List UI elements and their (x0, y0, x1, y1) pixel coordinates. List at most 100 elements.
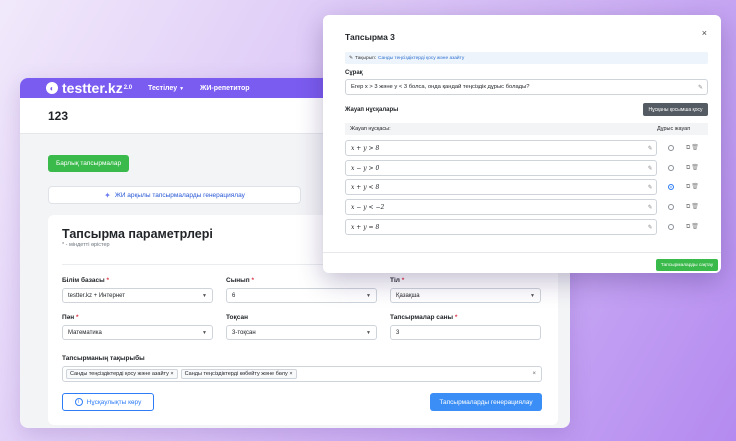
copy-delete-icons[interactable]: ⧉🗑 (686, 203, 700, 211)
add-answer-button[interactable]: Нұсқаны қосымша қосу (643, 103, 708, 116)
answers-label: Жауап нұсқалары (345, 107, 399, 113)
knowledge-base-label: Білім базасы * (62, 277, 213, 284)
copy-delete-icons[interactable]: ⧉🗑 (686, 223, 700, 231)
topics-field: Тапсырманың тақырыбы (62, 355, 542, 366)
form-title: Тапсырма параметрлері (62, 227, 213, 241)
topics-multiselect[interactable]: Санды теңсіздіктерді қосу және азайту × … (62, 366, 542, 382)
copy-delete-icons[interactable]: ⧉🗑 (686, 183, 700, 191)
answer-text: x − y < −2 (351, 203, 385, 211)
topic-tag[interactable]: Санды теңсіздіктерді қосу және азайту × (66, 369, 178, 379)
task-count-input[interactable]: 3 (390, 325, 541, 340)
answers-table-header: Жауап нұсқасы: Дұрыс жауап (345, 123, 708, 135)
knowledge-base-field: Білім базасы * testter.kz + Интернет ▼ (62, 277, 213, 303)
task-count-value: 3 (396, 329, 400, 336)
correct-radio[interactable] (668, 145, 674, 151)
question-text: Егер x > 3 және y < 3 болса, онда қандай… (351, 84, 530, 90)
topic-tag[interactable]: Санды теңсіздіктерді көбейту және бөлу × (180, 369, 297, 379)
required-mark: * (76, 314, 79, 321)
chevron-down-icon: ▼ (366, 292, 371, 299)
grade-select[interactable]: 6 ▼ (226, 288, 377, 303)
grade-field: Сынып * 6 ▼ (226, 277, 377, 303)
topic-banner: ✎ Тақырып: Санды теңсіздіктерді қосу жән… (345, 52, 708, 64)
chevron-down-icon: ▼ (530, 292, 535, 299)
pencil-icon[interactable]: ✎ (647, 204, 652, 211)
save-tasks-button[interactable]: Тапсырмаларды сақтау (656, 259, 718, 271)
task-count-field: Тапсырмалар саны * 3 (390, 314, 541, 340)
close-icon[interactable]: × (170, 371, 173, 377)
ai-generate-button[interactable]: ✦ ЖИ арқылы тапсырмаларды генерациялау (48, 186, 301, 204)
tag-icon: ✎ (349, 55, 354, 61)
nav-item-ai-tutor[interactable]: ЖИ-репетитор (200, 85, 250, 92)
grade-label-text: Сынып (226, 277, 250, 284)
topic-tag-label: Санды теңсіздіктерді көбейту және бөлу (184, 371, 288, 377)
quarter-field: Тоқсан 3-тоқсан ▼ (226, 314, 377, 340)
pencil-icon[interactable]: ✎ (647, 224, 652, 231)
logo-icon: ◐ (46, 82, 58, 94)
pencil-icon[interactable]: ✎ (647, 145, 652, 152)
generate-tasks-button[interactable]: Тапсырмаларды генерациялау (430, 393, 542, 411)
required-mark: * (454, 314, 458, 321)
correct-radio[interactable] (668, 204, 674, 210)
topics-label: Тапсырманың тақырыбы (62, 355, 145, 362)
language-select[interactable]: Қазақша ▼ (390, 288, 541, 303)
col-answer: Жауап нұсқасы: (350, 126, 391, 132)
copy-delete-icons[interactable]: ⧉🗑 (686, 144, 700, 152)
nav-item-label: Тестілеу (148, 84, 178, 92)
clear-icon[interactable]: × (532, 371, 536, 377)
answer-row: x − y > 0 ✎ ⧉🗑 (345, 160, 708, 176)
answer-input[interactable]: x + y = 8 ✎ (345, 219, 657, 235)
logo[interactable]: ◐ testter.kz 2.0 (46, 80, 132, 96)
task-count-label-text: Тапсырмалар саны (390, 314, 454, 321)
answer-text: x − y > 0 (351, 164, 380, 172)
topic-value: Санды теңсіздіктерді қосу және азайту (378, 55, 465, 61)
correct-radio[interactable] (668, 184, 674, 190)
language-field: Тіл * Қазақша ▼ (390, 277, 541, 303)
chevron-down-icon: ▼ (179, 85, 185, 92)
answer-text: x + y > 8 (351, 144, 380, 152)
correct-radio[interactable] (668, 165, 674, 171)
chevron-down-icon: ▼ (202, 329, 207, 336)
view-instructions-label: Нұсқаулықты көру (86, 398, 142, 406)
answer-row: x + y < 8 ✎ ⧉🗑 (345, 179, 708, 195)
task-count-label: Тапсырмалар саны * (390, 314, 541, 321)
answer-input[interactable]: x + y < 8 ✎ (345, 179, 657, 195)
answer-row: x + y = 8 ✎ ⧉🗑 (345, 219, 708, 235)
topic-tag-label: Санды теңсіздіктерді қосу және азайту (70, 371, 169, 377)
copy-delete-icons[interactable]: ⧉🗑 (686, 164, 700, 172)
subject-label-text: Пән (62, 314, 75, 321)
col-correct: Дұрыс жауап (657, 126, 691, 132)
language-label-text: Тіл (390, 277, 400, 284)
answer-row: x + y > 8 ✎ ⧉🗑 (345, 140, 708, 156)
nav-item-testing[interactable]: Тестілеу ▼ (148, 85, 184, 92)
pencil-icon[interactable]: ✎ (698, 84, 703, 91)
close-icon[interactable]: × (702, 28, 707, 38)
pencil-icon[interactable]: ✎ (647, 184, 652, 191)
view-instructions-button[interactable]: i Нұсқаулықты көру (62, 393, 154, 411)
knowledge-base-value: testter.kz + Интернет (68, 292, 126, 299)
knowledge-base-select[interactable]: testter.kz + Интернет ▼ (62, 288, 213, 303)
question-field[interactable]: Егер x > 3 және y < 3 болса, онда қандай… (345, 79, 708, 95)
close-icon[interactable]: × (289, 371, 292, 377)
language-label: Тіл * (390, 277, 541, 284)
answer-row: x − y < −2 ✎ ⧉🗑 (345, 199, 708, 215)
correct-radio[interactable] (668, 224, 674, 230)
topic-label: Тақырып: (355, 55, 377, 61)
all-tasks-button[interactable]: Барлық тапсырмалар (48, 155, 130, 172)
pencil-icon[interactable]: ✎ (647, 165, 652, 172)
quarter-select[interactable]: 3-тоқсан ▼ (226, 325, 377, 340)
required-mark: * (106, 277, 110, 284)
ai-generate-label: ЖИ арқылы тапсырмаларды генерациялау (114, 191, 245, 199)
answer-input[interactable]: x − y > 0 ✎ (345, 160, 657, 176)
answer-input[interactable]: x + y > 8 ✎ (345, 140, 657, 156)
answer-input[interactable]: x − y < −2 ✎ (345, 199, 657, 215)
modal-title: Тапсырма 3 (345, 32, 395, 42)
knowledge-base-label-text: Білім базасы (62, 277, 105, 284)
answer-text: x + y < 8 (351, 183, 380, 191)
required-note: * - міндетті өрістер (62, 242, 110, 248)
subject-select[interactable]: Математика ▼ (62, 325, 213, 340)
sparkle-icon: ✦ (104, 190, 111, 200)
logo-sup: 2.0 (123, 85, 133, 91)
language-value: Қазақша (396, 292, 420, 299)
quarter-label: Тоқсан (226, 314, 377, 321)
quarter-value: 3-тоқсан (232, 329, 256, 336)
